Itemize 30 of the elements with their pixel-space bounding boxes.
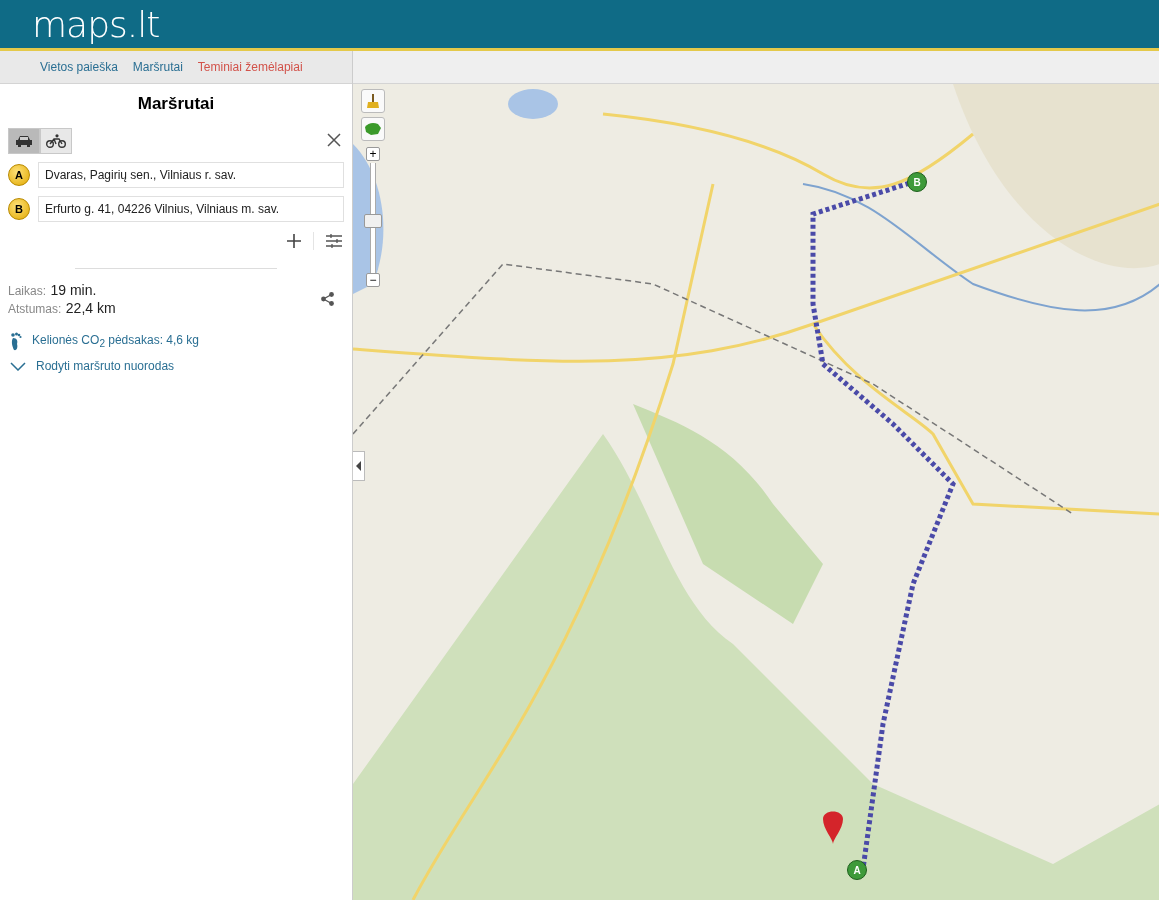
- time-value: 19 min.: [50, 282, 97, 298]
- distance-value: 22,4 km: [65, 300, 116, 316]
- time-label: Laikas:: [8, 284, 47, 298]
- location-field[interactable]: Dvaras, Pagirių sen., Vilniaus r. sav.: [38, 162, 344, 188]
- distance-label: Atstumas:: [8, 302, 62, 316]
- broom-icon[interactable]: [361, 89, 385, 113]
- collapse-icon[interactable]: [353, 451, 365, 481]
- settings-icon[interactable]: [324, 232, 344, 250]
- stop-letter-icon: A: [8, 164, 30, 186]
- location-field[interactable]: Erfurto g. 41, 04226 Vilnius, Vilniaus m. sav.: [38, 196, 344, 222]
- zoom-in-button[interactable]: +: [366, 147, 380, 161]
- country-map-icon[interactable]: [361, 117, 385, 141]
- nav-link[interactable]: Maršrutai: [132, 60, 183, 74]
- zoom-slider-thumb[interactable]: [364, 213, 382, 228]
- footprint-icon: [10, 331, 22, 351]
- zoom-slider[interactable]: [364, 163, 382, 273]
- bike-mode-button[interactable]: [40, 128, 72, 154]
- bicycle-icon: [46, 134, 66, 148]
- chevron-down-icon: [10, 361, 26, 371]
- co2-footprint-text: Kelionės CO$_{2}$ pėdsakas: 4,6 kg: [32, 332, 199, 350]
- add-icon[interactable]: [285, 232, 303, 250]
- nav-link[interactable]: Teminiai žemėlapiai: [197, 60, 303, 74]
- panel-title: Maršrutai: [136, 94, 216, 114]
- zoom-out-button[interactable]: −: [366, 273, 380, 287]
- directions-link[interactable]: Rodyti maršruto nuorodas: [0, 359, 352, 373]
- car-mode-button[interactable]: [8, 128, 40, 154]
- logo[interactable]: maps.lt: [32, 3, 160, 45]
- stop-letter-icon: B: [8, 198, 30, 220]
- car-icon: [15, 135, 33, 147]
- nav-link[interactable]: Vietos paieška: [40, 60, 118, 74]
